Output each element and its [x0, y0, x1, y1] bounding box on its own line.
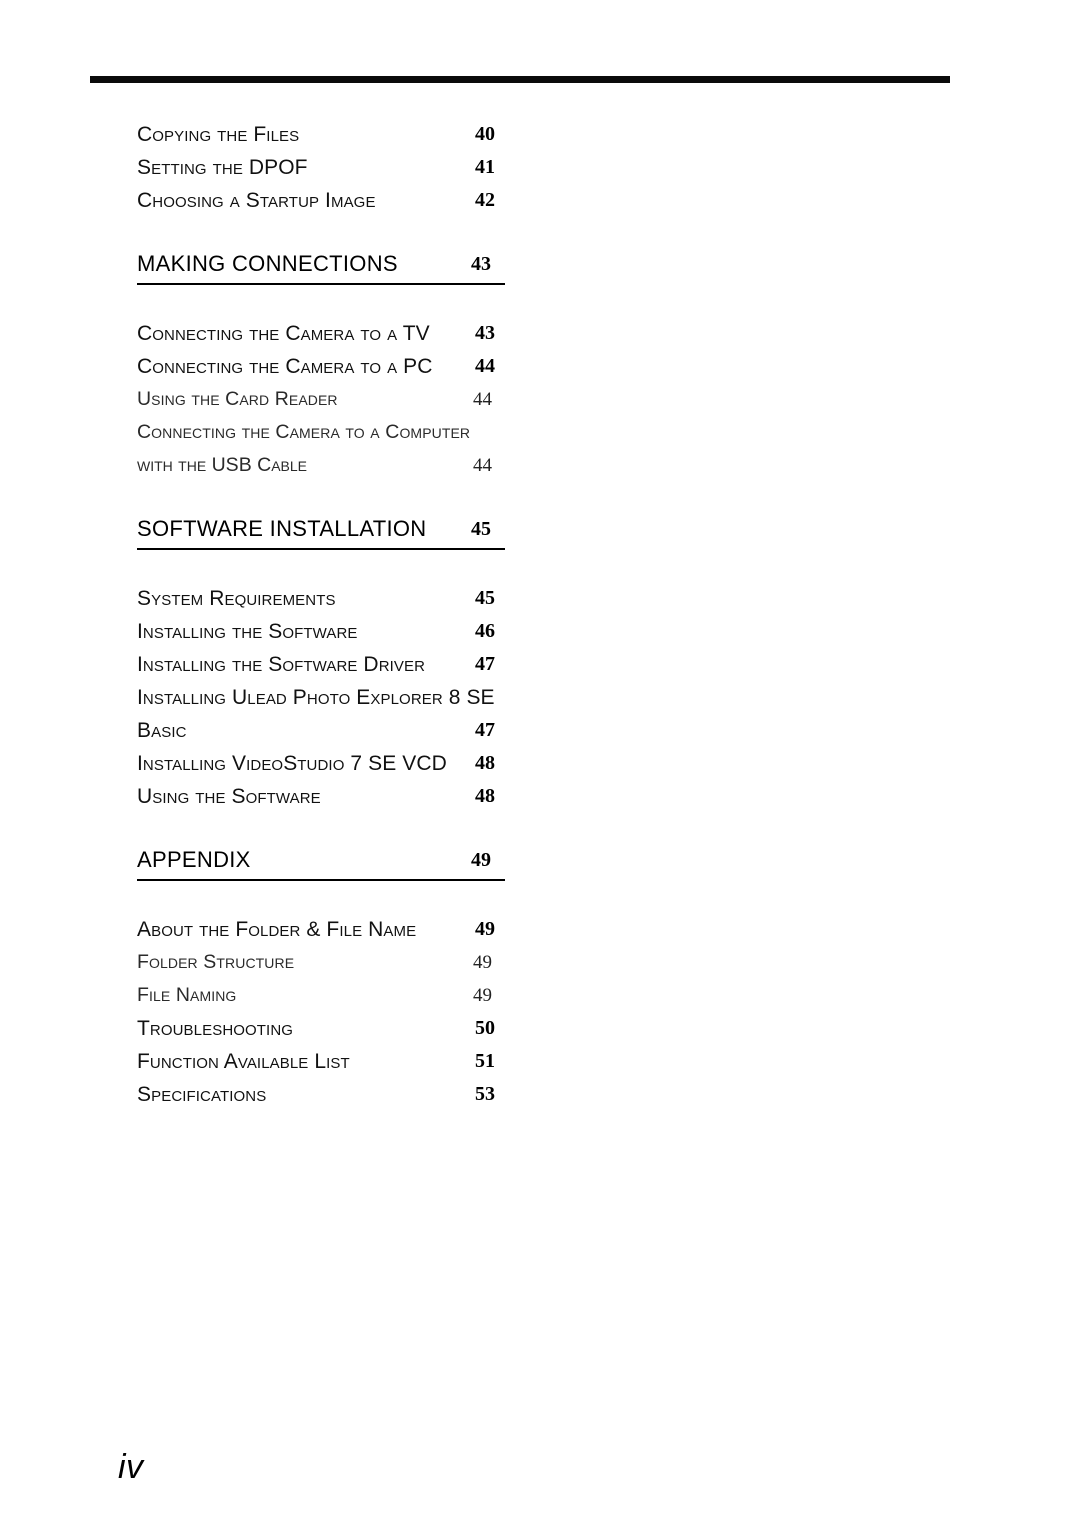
toc-entry-page-number: 44: [473, 455, 492, 476]
toc-entry[interactable]: Connecting the Camera to a PC 44: [137, 350, 509, 383]
toc-entry-label: Specifications: [137, 1083, 267, 1106]
toc-entry[interactable]: Basic 47: [137, 714, 509, 747]
toc-entry-label: File Naming: [137, 984, 237, 1006]
toc-entry[interactable]: Installing Ulead Photo Explorer 8 SE: [137, 681, 509, 714]
toc-entry-label: with the USB Cable: [137, 454, 307, 476]
header-rule: [90, 76, 950, 83]
toc-entry-label: Choosing a Startup Image: [137, 189, 376, 212]
toc-entry-label: Using the Software: [137, 785, 321, 808]
toc-entry-page-number: 45: [475, 587, 495, 609]
toc-entry-page-number: 49: [475, 918, 495, 940]
toc-subentry[interactable]: Folder Structure 49: [137, 946, 509, 979]
toc-entry-page-number: 50: [475, 1017, 495, 1039]
toc-entry-page-number: 44: [473, 389, 492, 410]
toc-section-heading[interactable]: SOFTWARE INSTALLATION 45: [137, 512, 505, 550]
toc-entry-page-number: 49: [473, 952, 492, 973]
toc-entry-page-number: 47: [475, 719, 495, 741]
toc-entry-page-number: 47: [475, 653, 495, 675]
toc-section-page-number: 45: [471, 518, 491, 540]
toc-entry[interactable]: Connecting the Camera to a TV 43: [137, 317, 509, 350]
toc-entry-label: Connecting the Camera to a TV: [137, 322, 430, 345]
toc-entry-page-number: 51: [475, 1050, 495, 1072]
toc-entry[interactable]: Installing VideoStudio 7 SE VCD 48: [137, 747, 509, 780]
toc-entry-label: Connecting the Camera to a Computer: [137, 421, 471, 443]
toc-entry[interactable]: About the Folder & File Name 49: [137, 913, 509, 946]
toc-entry-label: Troubleshooting: [137, 1017, 294, 1040]
toc-entry-label: Using the Card Reader: [137, 388, 338, 410]
table-of-contents: Copying the Files 40 Setting the DPOF 41 Cho…: [137, 118, 509, 1111]
toc-entry[interactable]: Troubleshooting 50: [137, 1012, 509, 1045]
page-folio: iv: [118, 1448, 144, 1486]
toc-entry-label: Copying the Files: [137, 123, 300, 146]
toc-section-page-number: 49: [471, 849, 491, 871]
toc-entry[interactable]: Choosing a Startup Image 42: [137, 184, 509, 217]
toc-section-label: APPENDIX: [137, 847, 251, 872]
toc-entry-page-number: 49: [473, 985, 492, 1006]
toc-entry[interactable]: Installing the Software 46: [137, 615, 509, 648]
toc-subentry[interactable]: Using the Card Reader 44: [137, 383, 509, 416]
toc-entry[interactable]: Setting the DPOF 41: [137, 151, 509, 184]
toc-entry-page-number: 48: [475, 752, 495, 774]
toc-entry-label: Installing VideoStudio 7 SE VCD: [137, 752, 447, 775]
toc-section-page-number: 43: [471, 253, 491, 275]
toc-entry[interactable]: Specifications 53: [137, 1078, 509, 1111]
toc-entry-label: Folder Structure: [137, 951, 295, 973]
toc-entry-page-number: 46: [475, 620, 495, 642]
toc-subentry[interactable]: File Naming 49: [137, 979, 509, 1012]
toc-entry-label: Function Available List: [137, 1050, 350, 1073]
toc-entry-label: Basic: [137, 719, 187, 742]
toc-entry-page-number: 40: [475, 123, 495, 145]
toc-entry[interactable]: Installing the Software Driver 47: [137, 648, 509, 681]
toc-section-label: SOFTWARE INSTALLATION: [137, 516, 427, 541]
toc-entry-label: System Requirements: [137, 587, 336, 610]
toc-entry-label: Connecting the Camera to a PC: [137, 355, 433, 378]
toc-entry-label: About the Folder & File Name: [137, 918, 417, 941]
toc-entry-page-number: 44: [475, 355, 495, 377]
toc-entry-page-number: 41: [475, 156, 495, 178]
toc-entry-label: Installing the Software: [137, 620, 358, 643]
toc-entry-label: Setting the DPOF: [137, 156, 308, 179]
toc-entry[interactable]: System Requirements 45: [137, 582, 509, 615]
toc-entry-label: Installing Ulead Photo Explorer 8 SE: [137, 686, 495, 709]
toc-entry-page-number: 42: [475, 189, 495, 211]
toc-entry[interactable]: Copying the Files 40: [137, 118, 509, 151]
toc-entry-page-number: 48: [475, 785, 495, 807]
toc-entry[interactable]: Using the Software 48: [137, 780, 509, 813]
toc-section-label: MAKING CONNECTIONS: [137, 251, 398, 276]
toc-entry-page-number: 53: [475, 1083, 495, 1105]
toc-subentry[interactable]: with the USB Cable 44: [137, 449, 509, 482]
toc-entry-label: Installing the Software Driver: [137, 653, 426, 676]
toc-section-heading[interactable]: APPENDIX 49: [137, 843, 505, 881]
toc-entry-page-number: 43: [475, 322, 495, 344]
toc-section-heading[interactable]: MAKING CONNECTIONS 43: [137, 247, 505, 285]
toc-subentry[interactable]: Connecting the Camera to a Computer: [137, 416, 509, 449]
toc-entry[interactable]: Function Available List 51: [137, 1045, 509, 1078]
